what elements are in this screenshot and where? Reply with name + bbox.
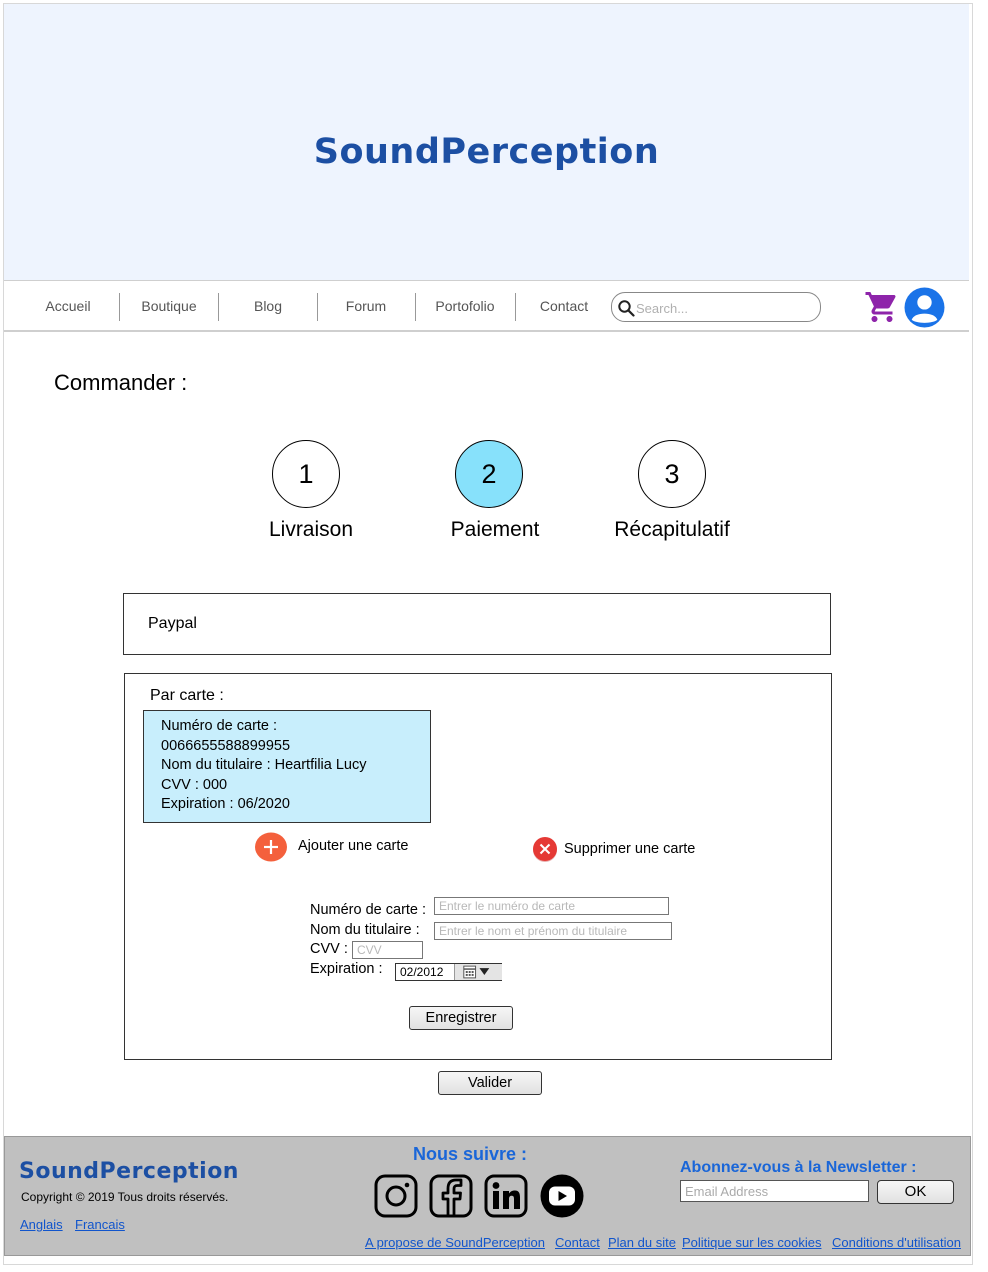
newsletter-title: Abonnez-vous à la Newsletter : bbox=[680, 1159, 917, 1176]
nav-item-accueil[interactable]: Accueil bbox=[18, 281, 118, 331]
holder-input[interactable] bbox=[434, 922, 672, 940]
nav-item-boutique[interactable]: Boutique bbox=[119, 281, 219, 331]
footer: SoundPerception Copyright © 2019 Tous dr… bbox=[4, 1136, 971, 1256]
save-card-button[interactable]: Enregistrer bbox=[409, 1006, 513, 1030]
validate-button[interactable]: Valider bbox=[438, 1071, 542, 1095]
youtube-icon[interactable] bbox=[540, 1174, 584, 1218]
nav-item-forum[interactable]: Forum bbox=[317, 281, 415, 331]
copyright-text: Copyright © 2019 Tous droits réservés. bbox=[21, 1190, 229, 1204]
language-link-french[interactable]: Francais bbox=[75, 1217, 125, 1232]
user-account-icon[interactable] bbox=[904, 287, 945, 328]
card-number-label: Numéro de carte : bbox=[310, 902, 427, 918]
page: SoundPerception Accueil Boutique Blog Fo… bbox=[3, 3, 973, 1265]
shopping-cart-icon[interactable] bbox=[864, 289, 900, 325]
step-2-label: Paiement bbox=[450, 518, 540, 541]
saved-card[interactable]: Numéro de carte : 0066655588899955 Nom d… bbox=[143, 710, 431, 823]
search-icon[interactable] bbox=[617, 299, 635, 317]
page-title: Commander : bbox=[54, 370, 188, 395]
footer-link-about[interactable]: A propose de SoundPerception bbox=[365, 1235, 545, 1250]
nav-item-contact[interactable]: Contact bbox=[515, 281, 613, 331]
footer-link-cookies[interactable]: Politique sur les cookies bbox=[682, 1235, 821, 1250]
search-box[interactable] bbox=[611, 292, 821, 322]
newsletter-ok-button[interactable]: OK bbox=[877, 1180, 954, 1204]
saved-card-cvv: CVV : 000 bbox=[161, 776, 228, 793]
header-banner: SoundPerception bbox=[4, 4, 969, 280]
footer-logo-title[interactable]: SoundPerception bbox=[19, 1159, 239, 1184]
card-number-input[interactable] bbox=[434, 897, 669, 915]
main-nav: Accueil Boutique Blog Forum Portofolio C… bbox=[4, 280, 969, 332]
saved-card-number-label: Numéro de carte : bbox=[161, 718, 278, 734]
step-3-circle[interactable]: 3 bbox=[638, 440, 706, 508]
expiration-label: Expiration : bbox=[310, 961, 383, 977]
expiration-value: 02/2012 bbox=[400, 965, 444, 979]
cvv-label: CVV : bbox=[310, 941, 348, 957]
holder-label: Nom du titulaire : bbox=[310, 922, 420, 938]
follow-title: Nous suivre : bbox=[413, 1144, 528, 1164]
cvv-input[interactable] bbox=[352, 941, 423, 959]
saved-card-expiration: Expiration : 06/2020 bbox=[161, 796, 290, 813]
footer-link-sitemap[interactable]: Plan du site bbox=[608, 1235, 676, 1250]
nav-item-portofolio[interactable]: Portofolio bbox=[415, 281, 515, 331]
delete-card-label[interactable]: Supprimer une carte bbox=[564, 841, 695, 857]
step-1-label: Livraison bbox=[268, 518, 354, 541]
step-3-label: Récapitulatif bbox=[614, 518, 730, 541]
step-2-circle[interactable]: 2 bbox=[455, 440, 523, 508]
instagram-icon[interactable] bbox=[374, 1174, 418, 1218]
facebook-icon[interactable] bbox=[429, 1174, 473, 1218]
paypal-option[interactable]: Paypal bbox=[123, 593, 831, 655]
close-icon[interactable] bbox=[531, 835, 559, 863]
footer-link-contact[interactable]: Contact bbox=[555, 1235, 600, 1250]
footer-link-terms[interactable]: Conditions d'utilisation bbox=[832, 1235, 961, 1250]
saved-card-holder: Nom du titulaire : Heartfilia Lucy bbox=[161, 757, 367, 774]
calendar-dropdown-icon[interactable] bbox=[454, 964, 502, 980]
nav-item-blog[interactable]: Blog bbox=[218, 281, 318, 331]
card-payment-section: Par carte : Numéro de carte : 0066655588… bbox=[124, 673, 832, 1060]
site-logo-title[interactable]: SoundPerception bbox=[4, 132, 969, 172]
card-section-title: Par carte : bbox=[150, 687, 224, 704]
step-1-circle[interactable]: 1 bbox=[272, 440, 340, 508]
newsletter-email-input[interactable] bbox=[680, 1180, 869, 1202]
search-input[interactable] bbox=[636, 298, 812, 318]
add-card-label[interactable]: Ajouter une carte bbox=[298, 838, 408, 854]
plus-icon[interactable] bbox=[255, 832, 287, 862]
language-link-english[interactable]: Anglais bbox=[20, 1217, 63, 1232]
expiration-date-picker[interactable]: 02/2012 bbox=[395, 963, 502, 981]
saved-card-number: 0066655588899955 bbox=[161, 737, 291, 754]
paypal-label: Paypal bbox=[148, 615, 197, 632]
linkedin-icon[interactable] bbox=[484, 1174, 528, 1218]
